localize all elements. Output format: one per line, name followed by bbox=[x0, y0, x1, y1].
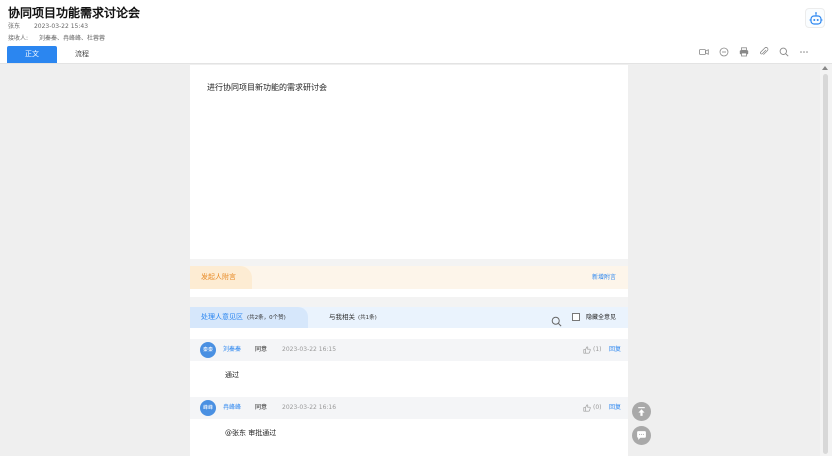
recipients-label: 接收人: bbox=[8, 35, 29, 42]
mail-content: 进行协同项目新功能的需求研讨会 发起人附言 新增附言 处理人意见区 (共2条，0个… bbox=[190, 65, 628, 456]
toolbar bbox=[698, 46, 810, 58]
comment-status: 同意 bbox=[255, 404, 268, 411]
video-icon[interactable] bbox=[698, 46, 710, 58]
comment-header: 秦秦 刘秦秦 同意 2023-03-22 16:15 (1) 回复 bbox=[190, 339, 628, 361]
opinion-search-icon[interactable] bbox=[551, 312, 562, 327]
sender-note-bar: 发起人附言 新增附言 bbox=[190, 266, 628, 289]
search-icon[interactable] bbox=[778, 46, 790, 58]
thumbs-up-icon bbox=[583, 346, 591, 354]
sender-name[interactable]: 张东 bbox=[8, 23, 20, 30]
like-count: (1) bbox=[593, 346, 602, 353]
comment-author[interactable]: 冉峰峰 bbox=[223, 397, 241, 419]
scroll-up-icon[interactable] bbox=[822, 66, 828, 70]
tab-body[interactable]: 正文 bbox=[7, 46, 57, 63]
chat-icon bbox=[637, 431, 646, 440]
comment-text: 通过 bbox=[225, 371, 239, 379]
comment-icon[interactable] bbox=[718, 46, 730, 58]
back-to-top-button[interactable] bbox=[632, 402, 651, 421]
comment-header: 峰峰 冉峰峰 同意 2023-03-22 16:16 (0) 回复 bbox=[190, 397, 628, 419]
tab-workflow[interactable]: 流程 bbox=[57, 46, 107, 63]
chat-button[interactable] bbox=[632, 426, 651, 445]
related-tab-label: 与我相关 bbox=[329, 313, 355, 321]
opinion-bar: 处理人意见区 (共2条，0个赞) 与我相关 (共1条) 隐藏全意见 bbox=[190, 307, 628, 328]
comment-author[interactable]: 刘秦秦 bbox=[223, 339, 241, 361]
sender-meta: 张东 2023-03-22 15:43 bbox=[8, 21, 88, 30]
mail-body-text: 进行协同项目新功能的需求研讨会 bbox=[207, 83, 327, 92]
hide-opinions-checkbox[interactable] bbox=[572, 313, 580, 321]
like-button[interactable]: (1) bbox=[583, 339, 602, 361]
sender-note-title: 发起人附言 bbox=[190, 266, 252, 289]
hide-opinions-label: 隐藏全意见 bbox=[586, 314, 617, 321]
arrow-up-icon bbox=[638, 407, 645, 416]
comment-time: 2023-03-22 16:15 bbox=[282, 346, 337, 353]
more-icon[interactable] bbox=[798, 46, 810, 58]
related-count: (共1条) bbox=[358, 315, 377, 321]
comment-time: 2023-03-22 16:16 bbox=[282, 404, 337, 411]
assistant-robot-icon[interactable] bbox=[805, 8, 825, 28]
avatar[interactable]: 秦秦 bbox=[200, 342, 216, 358]
like-button[interactable]: (0) bbox=[583, 397, 602, 419]
opinions-count: (共2条，0个赞) bbox=[247, 315, 286, 321]
scrollbar[interactable] bbox=[820, 64, 832, 456]
attachment-icon[interactable] bbox=[758, 46, 770, 58]
recipients-names[interactable]: 刘秦秦、冉峰峰、杜蓉蓉 bbox=[39, 35, 105, 42]
thumbs-up-icon bbox=[583, 404, 591, 412]
comment-status: 同意 bbox=[255, 346, 268, 353]
tab-related[interactable]: 与我相关 (共1条) bbox=[329, 307, 377, 329]
comment-text: @张东 审批通过 bbox=[225, 429, 277, 437]
add-note-button[interactable]: 新增附言 bbox=[592, 266, 616, 289]
scroll-thumb[interactable] bbox=[823, 74, 828, 454]
sent-time: 2023-03-22 15:43 bbox=[33, 23, 89, 30]
avatar[interactable]: 峰峰 bbox=[200, 400, 216, 416]
print-icon[interactable] bbox=[738, 46, 750, 58]
reply-button[interactable]: 回复 bbox=[609, 397, 621, 419]
opinions-tab-label: 处理人意见区 bbox=[201, 313, 243, 321]
page-title: 协同项目功能需求讨论会 bbox=[8, 6, 141, 20]
reply-button[interactable]: 回复 bbox=[609, 339, 621, 361]
view-tabs: 正文 流程 bbox=[7, 46, 107, 63]
like-count: (0) bbox=[593, 404, 602, 411]
tab-opinions[interactable]: 处理人意见区 (共2条，0个赞) bbox=[190, 307, 308, 328]
mail-header: 协同项目功能需求讨论会 张东 2023-03-22 15:43 接收人: 刘秦秦… bbox=[0, 0, 832, 64]
recipients-line: 接收人: 刘秦秦、冉峰峰、杜蓉蓉 bbox=[8, 33, 105, 42]
divider bbox=[190, 297, 628, 307]
